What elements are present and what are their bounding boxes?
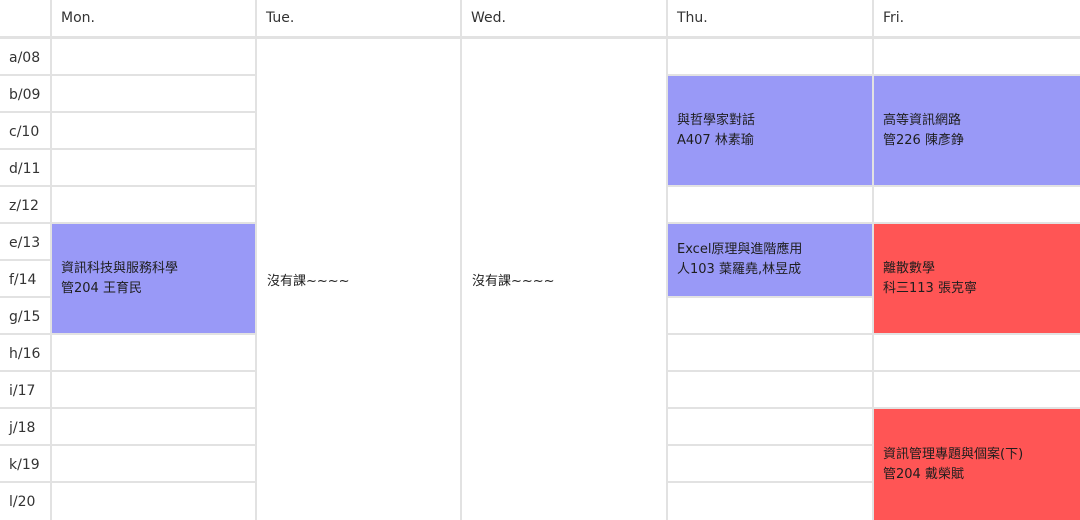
slot-thu-k[interactable] — [668, 446, 872, 481]
slot-mon-j[interactable] — [52, 409, 255, 444]
slot-fri-h[interactable] — [874, 335, 1080, 370]
course-detail: 人103 葉羅堯,林昱成 — [677, 262, 802, 277]
period-label: j/18 — [0, 409, 50, 444]
period-label: a/08 — [0, 39, 50, 74]
header-corner — [0, 0, 50, 36]
slot-mon-z[interactable] — [52, 187, 255, 222]
header-mon: Mon. — [52, 0, 255, 36]
no-class-tue: 沒有課~~~~ — [257, 39, 460, 520]
slot-thu-i[interactable] — [668, 372, 872, 407]
period-label: d/11 — [0, 150, 50, 185]
period-label: f/14 — [0, 261, 50, 296]
course-block-mon[interactable]: 資訊科技與服務科學 管204 王育民 — [52, 224, 255, 333]
period-label: k/19 — [0, 446, 50, 481]
header-wed: Wed. — [462, 0, 666, 36]
course-name: 資訊管理專題與個案(下) — [883, 446, 1024, 462]
course-block-thu-afternoon[interactable]: Excel原理與進階應用 人103 葉羅堯,林昱成 — [668, 224, 872, 296]
header-fri: Fri. — [874, 0, 1080, 36]
period-label: i/17 — [0, 372, 50, 407]
slot-thu-a[interactable] — [668, 39, 872, 74]
slot-thu-g[interactable] — [668, 298, 872, 333]
no-class-wed: 沒有課~~~~ — [462, 39, 666, 520]
course-block-fri-afternoon[interactable]: 離散數學 科三113 張克寧 — [874, 224, 1080, 333]
no-class-label: 沒有課~~~~ — [472, 274, 555, 289]
slot-fri-i[interactable] — [874, 372, 1080, 407]
course-timetable: Mon. Tue. Wed. Thu. Fri. a/08 b/09 c/10 … — [0, 0, 1080, 520]
slot-fri-z[interactable] — [874, 187, 1080, 222]
course-name: 高等資訊網路 — [883, 112, 962, 128]
course-name: 與哲學家對話 — [677, 112, 756, 128]
course-name: Excel原理與進階應用 — [677, 242, 803, 257]
period-label: g/15 — [0, 298, 50, 333]
course-detail: 管226 陳彥錚 — [883, 132, 964, 148]
course-detail: 管204 戴榮賦 — [883, 466, 964, 482]
slot-thu-z[interactable] — [668, 187, 872, 222]
course-detail: 科三113 張克寧 — [883, 280, 977, 296]
period-label: l/20 — [0, 483, 50, 520]
course-block-thu-morning[interactable]: 與哲學家對話 A407 林素瑜 — [668, 76, 872, 185]
slot-mon-k[interactable] — [52, 446, 255, 481]
period-label: e/13 — [0, 224, 50, 259]
header-tue: Tue. — [257, 0, 460, 36]
slot-mon-i[interactable] — [52, 372, 255, 407]
slot-fri-a[interactable] — [874, 39, 1080, 74]
slot-mon-b[interactable] — [52, 76, 255, 111]
slot-mon-d[interactable] — [52, 150, 255, 185]
no-class-label: 沒有課~~~~ — [267, 274, 350, 289]
slot-mon-l[interactable] — [52, 483, 255, 520]
slot-thu-h[interactable] — [668, 335, 872, 370]
course-detail: 管204 王育民 — [61, 280, 142, 296]
period-label: h/16 — [0, 335, 50, 370]
slot-thu-l[interactable] — [668, 483, 872, 520]
course-name: 離散數學 — [883, 260, 936, 276]
course-block-fri-evening[interactable]: 資訊管理專題與個案(下) 管204 戴榮賦 — [874, 409, 1080, 520]
period-label: c/10 — [0, 113, 50, 148]
header-thu: Thu. — [668, 0, 872, 36]
course-detail: A407 林素瑜 — [677, 132, 754, 148]
course-name: 資訊科技與服務科學 — [61, 260, 179, 276]
slot-mon-h[interactable] — [52, 335, 255, 370]
slot-mon-c[interactable] — [52, 113, 255, 148]
course-block-fri-morning[interactable]: 高等資訊網路 管226 陳彥錚 — [874, 76, 1080, 185]
period-label: z/12 — [0, 187, 50, 222]
period-label: b/09 — [0, 76, 50, 111]
slot-mon-a[interactable] — [52, 39, 255, 74]
slot-thu-j[interactable] — [668, 409, 872, 444]
